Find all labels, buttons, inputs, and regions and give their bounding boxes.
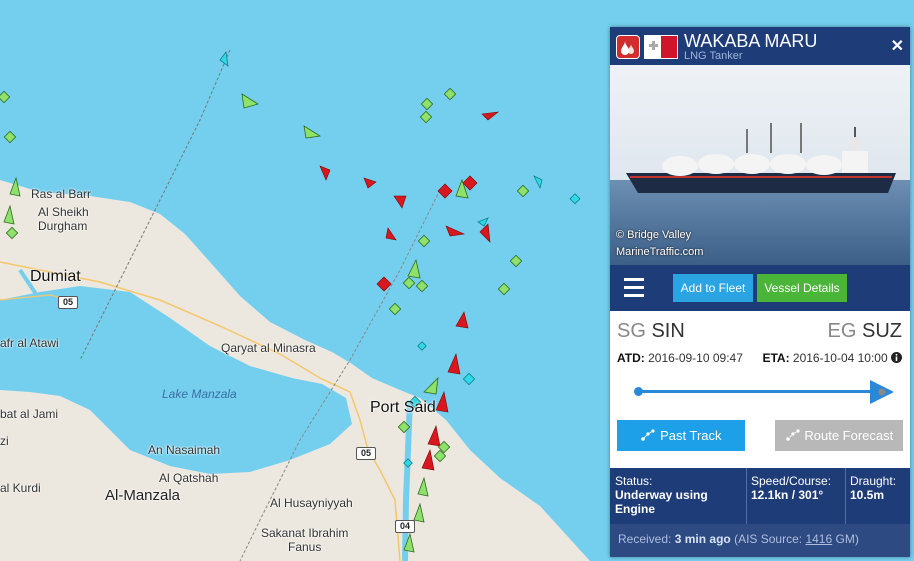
- place-label: al Kurdi: [0, 481, 41, 495]
- place-label: Qaryat al Minasra: [221, 341, 316, 355]
- departure-port: SG SIN: [617, 320, 685, 343]
- route-forecast-label: Route Forecast: [804, 428, 894, 443]
- past-track-label: Past Track: [660, 428, 722, 443]
- place-label: Al-Manzala: [105, 487, 181, 504]
- vessel-status-bar: Status: Underway using Engine Speed/Cour…: [610, 468, 910, 524]
- divider: [746, 468, 747, 524]
- status-label: Status:: [615, 474, 653, 488]
- place-label: Sakanat Ibrahim: [261, 526, 349, 540]
- departure-country-code: SG: [617, 320, 646, 342]
- road-shield: 05: [356, 447, 376, 460]
- speed-course-cell: Speed/Course: 12.1kn / 301°: [751, 474, 846, 502]
- ais-source-suffix: GM): [835, 532, 859, 546]
- vessel-toolbar: Add to Fleet Vessel Details: [610, 265, 910, 311]
- place-label: Fanus: [288, 540, 322, 554]
- atd-label: ATD:: [617, 351, 645, 365]
- place-label: Al Qatshah: [159, 471, 219, 485]
- arrival-port: EG SUZ: [828, 320, 902, 343]
- place-label: Al Sheikh: [38, 205, 89, 219]
- place-label: zi: [0, 434, 9, 448]
- eta-value: 2016-10-04 10:00: [792, 351, 888, 365]
- track-icon: [640, 428, 660, 443]
- vessel-header: WAKABA MARU LNG Tanker ✕: [610, 27, 910, 65]
- road-shield: 04: [395, 520, 415, 533]
- vessel-position-arrow-icon: [868, 379, 896, 405]
- atd-value: 2016-09-10 09:47: [648, 351, 743, 365]
- route-forecast-button[interactable]: Route Forecast: [775, 420, 903, 451]
- speed-course-value: 12.1kn / 301°: [751, 488, 824, 502]
- vessel-details-button[interactable]: Vessel Details: [757, 274, 847, 302]
- draught-cell: Draught: 10.5m: [850, 474, 910, 502]
- divider: [845, 468, 846, 524]
- received-value: 3 min ago: [674, 532, 731, 546]
- road-shield: 05: [58, 296, 78, 309]
- photo-credit-site: MarineTraffic.com: [616, 246, 704, 258]
- past-track-button[interactable]: Past Track: [617, 420, 745, 451]
- status-cell: Status: Underway using Engine: [615, 474, 743, 516]
- ais-source-link[interactable]: 1416: [805, 532, 832, 546]
- photo-credit: © Bridge Valley: [616, 229, 692, 241]
- city-label: Dumiat: [30, 268, 81, 285]
- draught-value: 10.5m: [850, 488, 885, 502]
- close-icon[interactable]: ✕: [891, 36, 904, 56]
- place-label: bat al Jami: [0, 407, 59, 421]
- add-to-fleet-button[interactable]: Add to Fleet: [673, 274, 753, 302]
- info-icon[interactable]: [891, 351, 902, 365]
- eta-row: ETA: 2016-10-04 10:00: [762, 351, 902, 365]
- vessel-type: LNG Tanker: [684, 50, 743, 62]
- place-label: Durgham: [38, 219, 88, 233]
- departure-port-code: SIN: [651, 320, 685, 342]
- status-value: Underway using Engine: [615, 488, 708, 516]
- place-label: Ras al Barr: [31, 187, 92, 201]
- received-label: Received:: [618, 532, 672, 546]
- vessel-photo[interactable]: © Bridge Valley MarineTraffic.com: [610, 65, 910, 265]
- vessel-name: WAKABA MARU: [684, 31, 818, 51]
- arrival-port-code: SUZ: [862, 320, 902, 342]
- atd-row: ATD: 2016-09-10 09:47: [617, 351, 743, 365]
- water-label: Lake Manzala: [162, 387, 237, 401]
- malta-flag-icon: [644, 35, 678, 59]
- ais-source-prefix: (AIS Source:: [734, 532, 803, 546]
- draught-label: Draught:: [850, 474, 897, 488]
- city-label: Port Said: [370, 399, 436, 416]
- vessel-info-panel: WAKABA MARU LNG Tanker ✕ © Bridge Valley…: [610, 27, 910, 557]
- place-label: An Nasaimah: [148, 443, 221, 457]
- arrival-country-code: EG: [827, 320, 857, 342]
- origin-dot-icon: [634, 387, 643, 396]
- place-label: afr al Atawi: [0, 336, 59, 350]
- eta-label: ETA:: [762, 351, 790, 365]
- voyage-progress-bar: [638, 390, 880, 393]
- forecast-icon: [785, 428, 805, 443]
- speed-course-label: Speed/Course:: [751, 474, 832, 488]
- received-info: Received: 3 min ago (AIS Source: 1416 GM…: [610, 524, 910, 557]
- hamburger-menu-icon[interactable]: [624, 278, 644, 298]
- lng-tanker-icon: [616, 35, 640, 59]
- place-label: Al Husayniyyah: [270, 496, 353, 510]
